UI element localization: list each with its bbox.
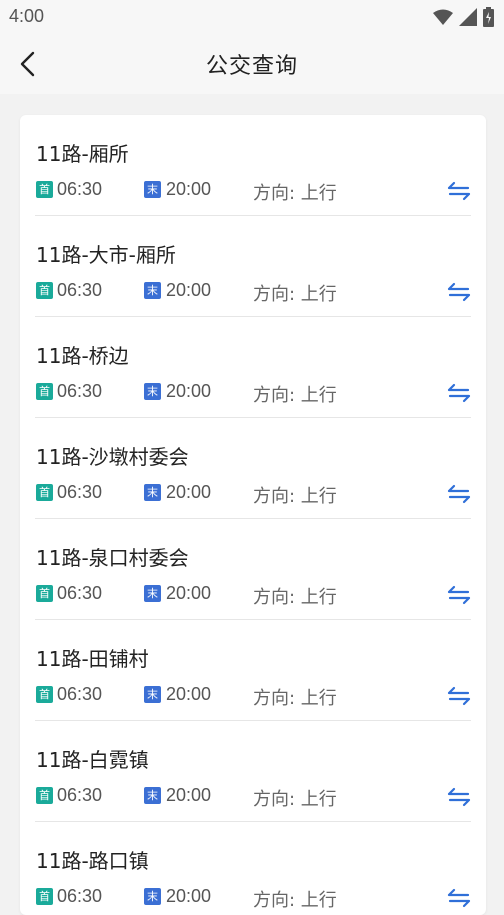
status-time: 4:00 [9, 6, 45, 26]
wifi-icon [433, 9, 453, 25]
last-bus-tag: 末 [144, 181, 161, 198]
route-item[interactable]: 11路-大市-厢所 首 06:30 末 20:00 方向: 上行 [20, 216, 486, 317]
route-item[interactable]: 11路-田铺村 首 06:30 末 20:00 方向: 上行 [20, 620, 486, 721]
swap-direction-icon [447, 383, 471, 403]
route-meta: 首 06:30 末 20:00 方向: 上行 [36, 280, 472, 305]
route-name: 11路-路口镇 [36, 849, 149, 873]
swap-direction-button[interactable] [446, 179, 472, 203]
swap-direction-icon [447, 888, 471, 908]
direction-label: 方向: 上行 [253, 789, 337, 810]
first-bus-tag: 首 [36, 585, 53, 602]
route-name: 11路-沙墩村委会 [36, 445, 189, 469]
last-bus-time: 20:00 [166, 583, 212, 603]
status-icons [433, 7, 494, 27]
page-title: 公交查询 [205, 54, 298, 79]
route-meta: 首 06:30 末 20:00 方向: 上行 [36, 886, 472, 911]
route-name: 11路-大市-厢所 [36, 243, 176, 267]
route-meta: 首 06:30 末 20:00 方向: 上行 [36, 381, 472, 406]
last-bus-tag: 末 [144, 888, 161, 905]
direction-label: 方向: 上行 [253, 688, 337, 709]
first-bus-tag: 首 [36, 686, 53, 703]
last-bus-tag: 末 [144, 383, 161, 400]
route-item[interactable]: 11路-泉口村委会 首 06:30 末 20:00 方向: 上行 [20, 519, 486, 620]
direction-label: 方向: 上行 [253, 385, 337, 406]
first-bus-time: 06:30 [57, 381, 103, 401]
first-bus-time: 06:30 [57, 583, 103, 603]
route-meta: 首 06:30 末 20:00 方向: 上行 [36, 785, 472, 810]
first-bus-time: 06:30 [57, 886, 103, 906]
first-bus-time: 06:30 [57, 482, 103, 502]
route-name: 11路-白霓镇 [36, 748, 149, 772]
swap-direction-icon [447, 181, 471, 201]
first-bus-time: 06:30 [57, 684, 103, 704]
swap-direction-button[interactable] [446, 381, 472, 405]
first-bus-time: 06:30 [57, 179, 103, 199]
route-item[interactable]: 11路-白霓镇 首 06:30 末 20:00 方向: 上行 [20, 721, 486, 822]
signal-icon [459, 8, 477, 26]
last-bus-tag: 末 [144, 585, 161, 602]
direction-label: 方向: 上行 [253, 890, 337, 911]
route-meta: 首 06:30 末 20:00 方向: 上行 [36, 583, 472, 608]
route-item[interactable]: 11路-厢所 首 06:30 末 20:00 方向: 上行 [20, 115, 486, 216]
route-name: 11路-田铺村 [36, 647, 149, 671]
last-bus-time: 20:00 [166, 280, 212, 300]
route-item[interactable]: 11路-沙墩村委会 首 06:30 末 20:00 方向: 上行 [20, 418, 486, 519]
swap-direction-button[interactable] [446, 482, 472, 506]
swap-direction-icon [447, 484, 471, 504]
last-bus-tag: 末 [144, 484, 161, 501]
swap-direction-button[interactable] [446, 785, 472, 809]
route-meta: 首 06:30 末 20:00 方向: 上行 [36, 482, 472, 507]
swap-direction-icon [447, 585, 471, 605]
swap-direction-icon [447, 282, 471, 302]
route-meta: 首 06:30 末 20:00 方向: 上行 [36, 179, 472, 204]
first-bus-tag: 首 [36, 383, 53, 400]
route-name: 11路-桥边 [36, 344, 129, 368]
first-bus-time: 06:30 [57, 280, 103, 300]
route-item[interactable]: 11路-路口镇 首 06:30 末 20:00 方向: 上行 [20, 822, 486, 915]
battery-icon [483, 7, 494, 27]
first-bus-tag: 首 [36, 888, 53, 905]
route-name: 11路-泉口村委会 [36, 546, 189, 570]
last-bus-time: 20:00 [166, 482, 212, 502]
direction-label: 方向: 上行 [253, 183, 337, 204]
last-bus-time: 20:00 [166, 785, 212, 805]
last-bus-time: 20:00 [166, 179, 212, 199]
route-list: 11路-厢所 首 06:30 末 20:00 方向: 上行 11路-大市-厢所 … [20, 115, 486, 915]
swap-direction-button[interactable] [446, 280, 472, 304]
first-bus-tag: 首 [36, 181, 53, 198]
last-bus-tag: 末 [144, 686, 161, 703]
swap-direction-button[interactable] [446, 583, 472, 607]
direction-label: 方向: 上行 [253, 284, 337, 305]
route-meta: 首 06:30 末 20:00 方向: 上行 [36, 684, 472, 709]
app-bar: 公交查询 [0, 34, 504, 94]
direction-label: 方向: 上行 [253, 486, 337, 507]
route-card: 11路-厢所 首 06:30 末 20:00 方向: 上行 11路-大市-厢所 … [20, 115, 486, 915]
last-bus-time: 20:00 [166, 886, 212, 906]
route-item[interactable]: 11路-桥边 首 06:30 末 20:00 方向: 上行 [20, 317, 486, 418]
first-bus-tag: 首 [36, 282, 53, 299]
direction-label: 方向: 上行 [253, 587, 337, 608]
swap-direction-button[interactable] [446, 886, 472, 910]
last-bus-tag: 末 [144, 787, 161, 804]
first-bus-tag: 首 [36, 484, 53, 501]
route-name: 11路-厢所 [36, 142, 129, 166]
swap-direction-icon [447, 787, 471, 807]
swap-direction-icon [447, 686, 471, 706]
last-bus-time: 20:00 [166, 381, 212, 401]
last-bus-tag: 末 [144, 282, 161, 299]
last-bus-time: 20:00 [166, 684, 212, 704]
first-bus-time: 06:30 [57, 785, 103, 805]
swap-direction-button[interactable] [446, 684, 472, 708]
status-bar: 4:00 [0, 0, 504, 34]
first-bus-tag: 首 [36, 787, 53, 804]
